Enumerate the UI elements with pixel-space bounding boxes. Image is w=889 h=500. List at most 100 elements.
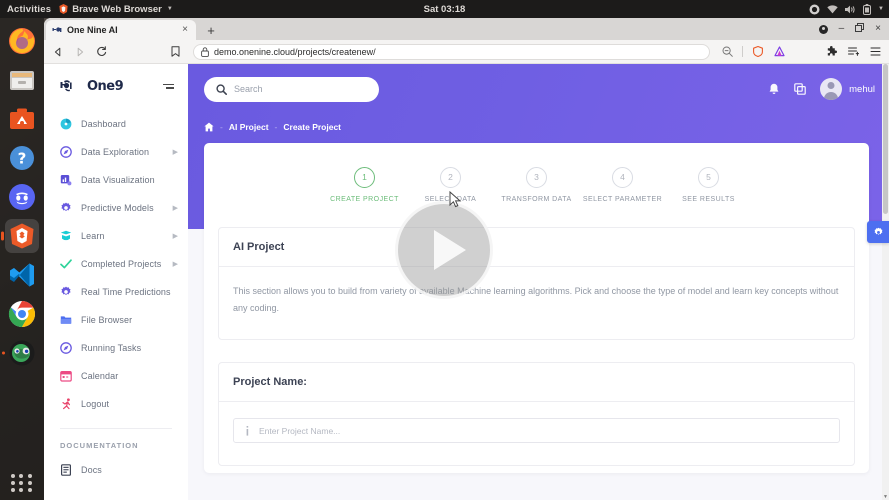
address-bar[interactable]: demo.onenine.cloud/projects/createnew/ xyxy=(193,43,710,60)
brave-shields-button[interactable] xyxy=(750,44,765,59)
browser-menu-button[interactable] xyxy=(868,44,883,59)
dock-item-files[interactable] xyxy=(5,63,39,97)
browser-profile-icon[interactable] xyxy=(818,24,828,34)
search-input[interactable]: Search xyxy=(204,76,379,102)
sidebar-section-title: DOCUMENTATION xyxy=(60,441,139,450)
home-icon[interactable] xyxy=(204,122,214,132)
grid-dot xyxy=(27,474,32,478)
panel-title: Project Name: xyxy=(219,363,854,402)
brave-rewards-button[interactable] xyxy=(772,44,787,59)
sidebar-label: Running Tasks xyxy=(81,343,142,353)
maximize-button[interactable] xyxy=(855,23,865,35)
sidebar-item-calendar[interactable]: Calendar xyxy=(44,362,188,390)
close-window-button[interactable]: × xyxy=(875,24,881,34)
dashboard-icon xyxy=(60,118,72,130)
project-name-input[interactable]: Enter Project Name... xyxy=(233,418,840,443)
browser-tab[interactable]: One Nine AI × xyxy=(46,20,196,40)
show-applications-button[interactable] xyxy=(11,474,33,492)
gimp-icon xyxy=(9,340,35,366)
dock-item-gimp[interactable] xyxy=(5,336,39,370)
sidebar-item-data-exploration[interactable]: Data Exploration ▶ xyxy=(44,138,188,166)
grid-dot xyxy=(19,488,24,492)
grid-dot xyxy=(19,481,24,485)
sidebar-item-docs[interactable]: Docs xyxy=(44,456,188,484)
dock-item-discord[interactable] xyxy=(5,180,39,214)
onenine-favicon-icon xyxy=(52,25,62,35)
bell-icon[interactable] xyxy=(768,83,780,96)
battery-icon[interactable] xyxy=(863,3,872,15)
sidebar-item-logout[interactable]: Logout xyxy=(44,390,188,418)
logout-icon xyxy=(62,398,70,410)
extensions-button[interactable] xyxy=(824,44,839,59)
activities-button[interactable]: Activities xyxy=(0,4,59,15)
os-dock: ? xyxy=(0,18,44,500)
page-scrollbar[interactable]: ▲ ▼ xyxy=(882,64,889,500)
step-label: SEE RESULTS xyxy=(682,196,735,203)
step-see-results[interactable]: 5 SEE RESULTS xyxy=(666,167,752,205)
active-app-menu[interactable]: Brave Web Browser ▼ xyxy=(59,4,173,15)
dock-item-chrome[interactable] xyxy=(5,297,39,331)
system-tray: ▼ xyxy=(809,0,884,18)
sidebar-item-real-time-predictions[interactable]: Real Time Predictions xyxy=(44,278,188,306)
sidebar-item-completed-projects[interactable]: Completed Projects ▶ xyxy=(44,250,188,278)
dock-item-help[interactable]: ? xyxy=(5,141,39,175)
step-number: 4 xyxy=(612,167,633,188)
breadcrumb-item-ai-project[interactable]: AI Project xyxy=(229,122,269,132)
folder-icon xyxy=(60,316,72,324)
minimize-button[interactable]: – xyxy=(839,24,845,34)
sidebar-item-predictive-models[interactable]: Predictive Models ▶ xyxy=(44,194,188,222)
sidebar-label: Completed Projects xyxy=(81,259,162,269)
sidebar-item-dashboard[interactable]: Dashboard xyxy=(44,110,188,138)
tray-chevron-down-icon[interactable]: ▼ xyxy=(878,6,884,12)
toolbar-separator xyxy=(742,46,743,57)
user-menu[interactable]: mehul xyxy=(820,78,875,100)
zoom-out-button[interactable] xyxy=(720,44,735,59)
dock-item-vscode[interactable] xyxy=(5,258,39,292)
brave-lion-icon xyxy=(59,4,68,14)
step-number: 1 xyxy=(354,167,375,188)
sidebar-label: Dashboard xyxy=(81,119,126,129)
wifi-icon[interactable] xyxy=(827,4,838,14)
extensions-icon xyxy=(827,46,837,56)
dock-item-ubuntu-software[interactable] xyxy=(5,102,39,136)
vscode-icon xyxy=(10,263,34,287)
sidebar-toggle-button[interactable] xyxy=(163,83,174,89)
scroll-down-arrow-icon[interactable]: ▼ xyxy=(882,493,889,500)
bookmark-icon xyxy=(171,46,180,57)
app-sidebar: One9 Dashboard Data Exploration ▶ Data V… xyxy=(44,64,188,500)
volume-icon[interactable] xyxy=(845,5,856,14)
video-play-overlay[interactable] xyxy=(395,201,493,299)
dock-item-brave[interactable] xyxy=(5,219,39,253)
copy-icon[interactable] xyxy=(794,83,806,95)
discord-icon xyxy=(9,184,35,210)
recording-icon[interactable] xyxy=(809,4,820,15)
bookmark-sidebar-button[interactable] xyxy=(168,44,183,59)
sidebar-item-file-browser[interactable]: File Browser xyxy=(44,306,188,334)
sidebar-item-data-visualization[interactable]: Data Visualization xyxy=(44,166,188,194)
app-main: Search mehul - AI Project - Create Proje… xyxy=(188,64,889,500)
app-logo[interactable]: One9 xyxy=(60,78,124,94)
close-tab-icon[interactable]: × xyxy=(180,25,190,35)
dock-item-firefox[interactable] xyxy=(5,24,39,58)
reading-list-button[interactable] xyxy=(846,44,861,59)
step-transform-data[interactable]: 3 TRANSFORM DATA xyxy=(494,167,580,205)
step-select-parameter[interactable]: 4 SELECT PARAMETER xyxy=(580,167,666,205)
back-button[interactable] xyxy=(50,44,65,59)
step-number: 3 xyxy=(526,167,547,188)
breadcrumb-separator: - xyxy=(274,122,278,132)
search-icon xyxy=(216,83,227,95)
sidebar-item-learn[interactable]: Learn ▶ xyxy=(44,222,188,250)
sidebar-item-running-tasks[interactable]: Running Tasks xyxy=(44,334,188,362)
step-create-project[interactable]: 1 CREATE PROJECT xyxy=(322,167,408,205)
reload-button[interactable] xyxy=(94,44,109,59)
forward-button[interactable] xyxy=(72,44,87,59)
settings-tab-button[interactable] xyxy=(867,221,889,243)
panel-description: This section allows you to build from va… xyxy=(233,286,839,313)
page-scrollbar-thumb[interactable] xyxy=(883,64,888,214)
search-placeholder: Search xyxy=(234,84,263,94)
gear-icon xyxy=(61,202,71,211)
new-tab-button[interactable]: + xyxy=(201,20,221,40)
maximize-icon xyxy=(855,23,865,32)
breadcrumb-item-create-project[interactable]: Create Project xyxy=(283,122,341,132)
chevron-right-icon: ▶ xyxy=(172,260,178,268)
